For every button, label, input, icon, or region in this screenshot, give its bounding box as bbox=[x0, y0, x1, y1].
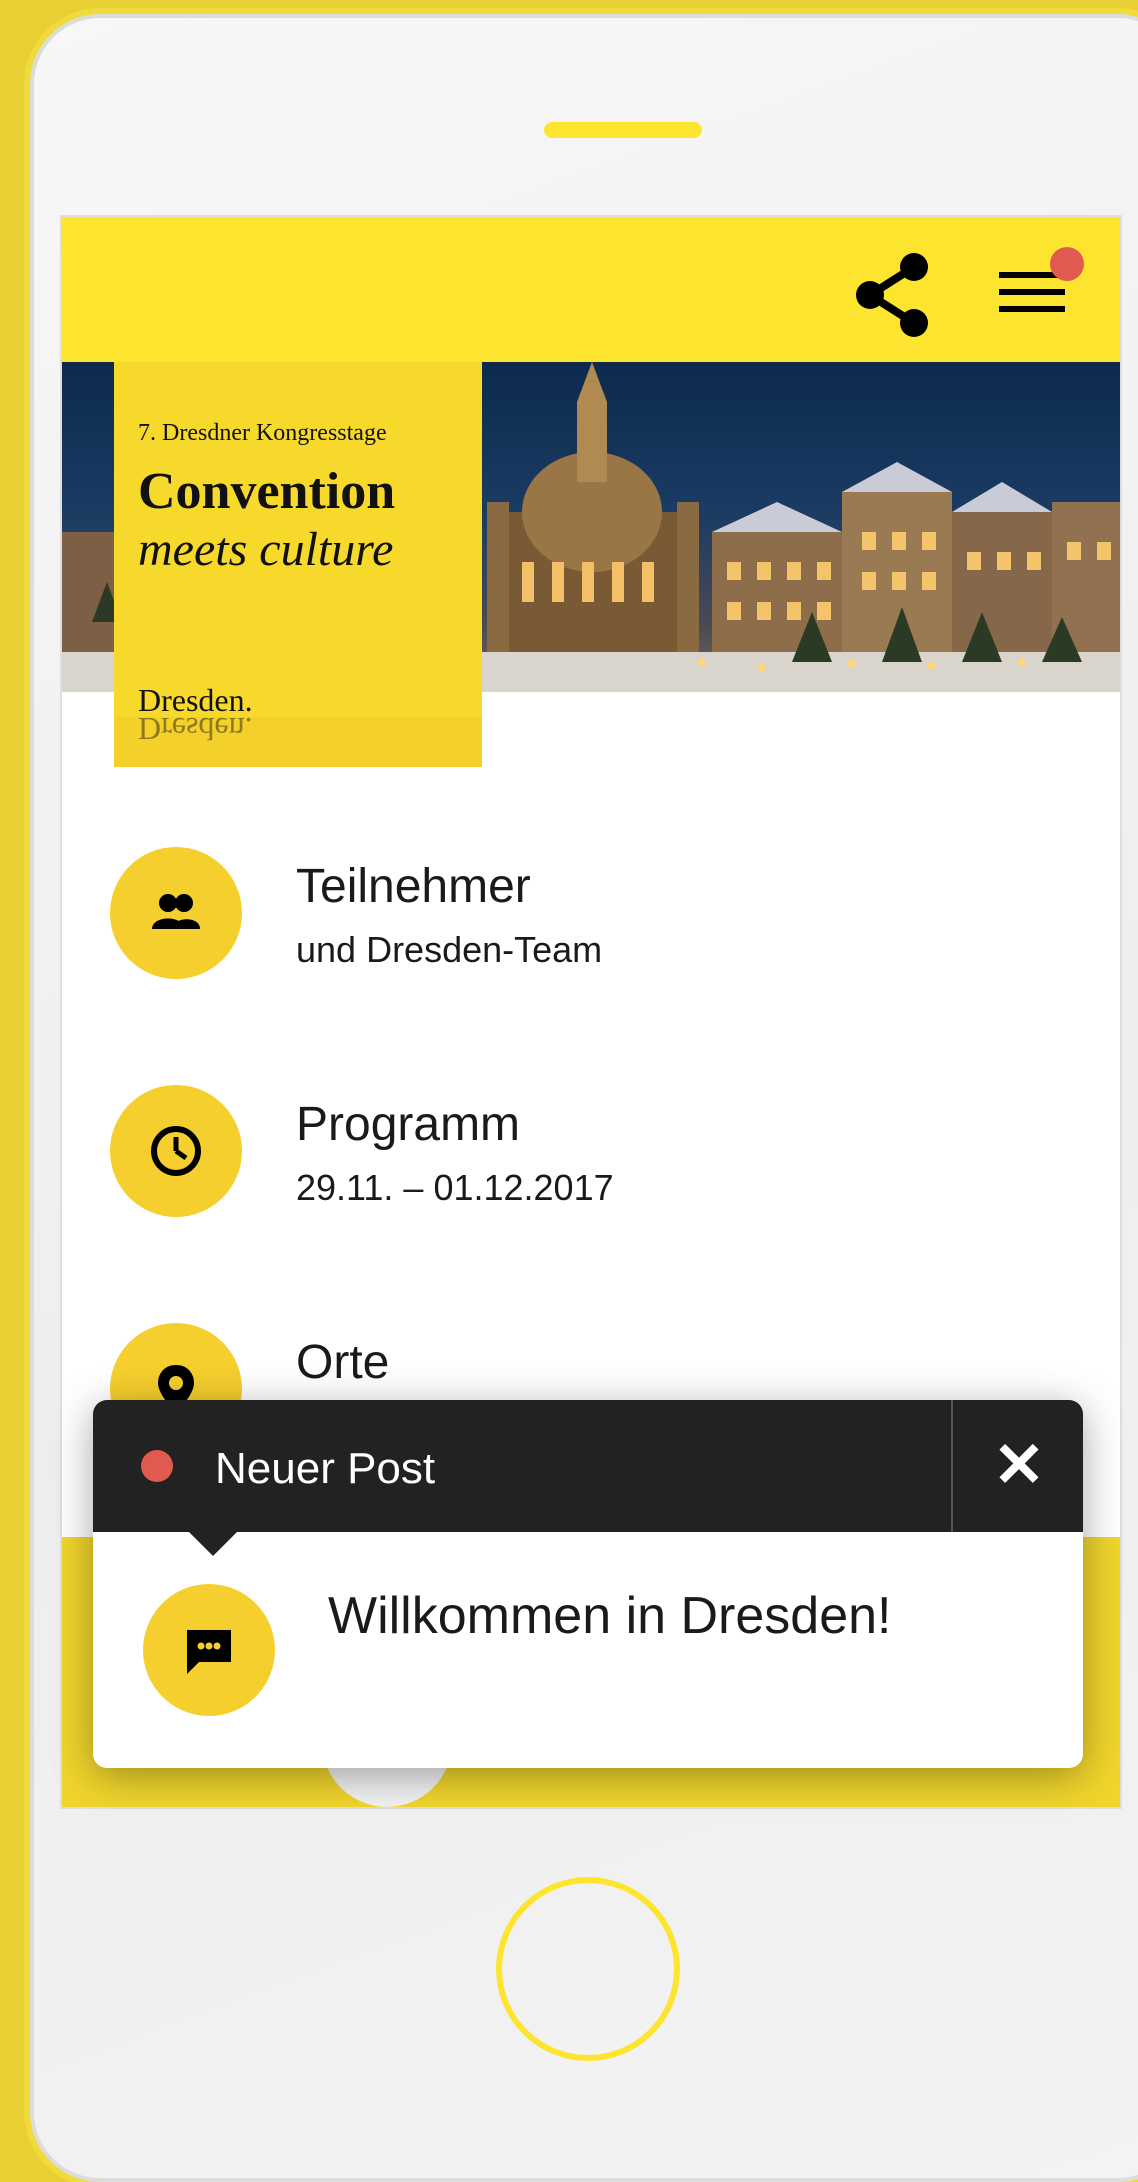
notification-pointer bbox=[189, 1532, 237, 1556]
notification-dot bbox=[1050, 247, 1084, 281]
notification-avatar bbox=[143, 1584, 275, 1716]
event-title: Convention bbox=[138, 463, 396, 520]
clock-icon bbox=[151, 1126, 201, 1176]
share-button[interactable] bbox=[842, 247, 942, 342]
event-city-reflection: Dresden. bbox=[138, 711, 253, 747]
menu-item-subtitle: und Dresden-Team bbox=[296, 929, 603, 970]
people-icon bbox=[152, 894, 200, 929]
notification-separator bbox=[951, 1400, 953, 1532]
menu-item-teilnehmer[interactable]: Teilnehmer und Dresden-Team bbox=[110, 847, 1070, 987]
menu-item-title: Orte bbox=[296, 1336, 390, 1389]
menu-item-title: Teilnehmer bbox=[296, 860, 531, 913]
notification-toast[interactable]: Neuer Post ✕ Willkommen in Dresden! bbox=[93, 1400, 1083, 1768]
notification-message: Willkommen in Dresden! bbox=[328, 1587, 892, 1645]
close-button[interactable]: ✕ bbox=[955, 1400, 1083, 1532]
chat-bubble-icon bbox=[187, 1630, 231, 1674]
notification-body[interactable]: Willkommen in Dresden! bbox=[93, 1532, 1083, 1768]
event-badge: 7. Dresdner Kongresstage Convention meet… bbox=[114, 362, 482, 767]
menu-item-icon-circle bbox=[110, 847, 242, 979]
phone-speaker bbox=[544, 122, 702, 138]
menu-item-subtitle: 29.11. – 01.12.2017 bbox=[296, 1167, 614, 1208]
menu-item-programm[interactable]: Programm 29.11. – 01.12.2017 bbox=[110, 1085, 1070, 1225]
share-icon bbox=[856, 253, 928, 337]
notification-header: Neuer Post ✕ bbox=[93, 1400, 1083, 1532]
notification-dot bbox=[141, 1450, 173, 1482]
app-header bbox=[62, 217, 1120, 362]
event-kicker: 7. Dresdner Kongresstage bbox=[138, 420, 387, 446]
home-button[interactable] bbox=[496, 1877, 680, 2061]
event-subtitle: meets culture bbox=[138, 523, 394, 576]
menu-item-icon-circle bbox=[110, 1085, 242, 1217]
notification-title: Neuer Post bbox=[215, 1444, 436, 1493]
menu-item-title: Programm bbox=[296, 1098, 521, 1151]
